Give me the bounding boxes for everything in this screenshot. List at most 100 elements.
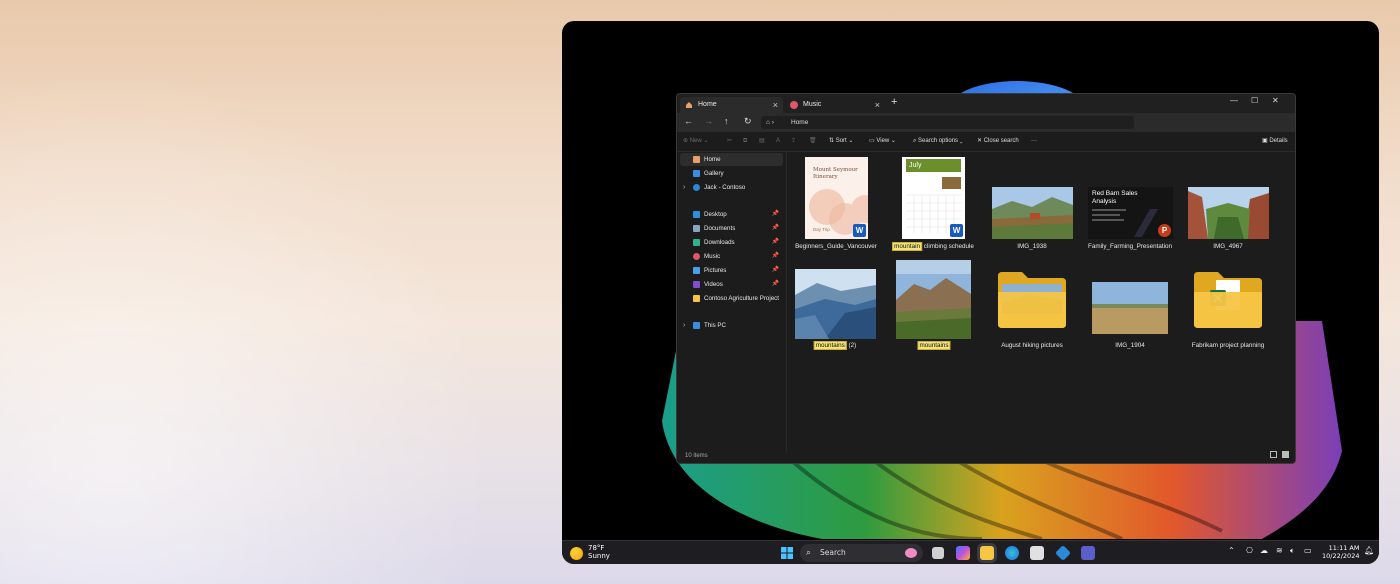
details-view-button[interactable] — [1270, 451, 1277, 458]
battery-icon[interactable]: ▭ — [1304, 546, 1312, 555]
sidebar-item-desktop[interactable]: Desktop 📌 — [680, 208, 783, 221]
document-thumbnail: July W — [902, 157, 965, 239]
notification-bell-icon[interactable]: 🔔︎ — [1364, 546, 1374, 555]
network-icon[interactable]: ⎔ — [1246, 546, 1253, 555]
new-button[interactable]: ⊕ New ⌄ — [683, 137, 708, 146]
task-view-icon[interactable] — [932, 547, 944, 559]
teams-icon[interactable] — [1081, 546, 1095, 560]
sidebar-item-home[interactable]: Home — [680, 153, 783, 166]
tab-home[interactable]: Home × — [680, 97, 783, 113]
forward-arrow-icon[interactable]: → — [704, 116, 713, 126]
up-arrow-icon[interactable]: ↑ — [724, 116, 729, 126]
sidebar-item-label: Videos — [704, 281, 723, 288]
file-name: mountain climbing schedule — [892, 242, 974, 251]
volume-icon[interactable]: 🔈︎ — [1290, 546, 1295, 556]
sun-icon[interactable] — [570, 547, 583, 560]
details-button[interactable]: ▣ Details — [1262, 137, 1288, 146]
sidebar-item-this-pc[interactable]: › This PC — [680, 319, 783, 332]
chevron-right-icon[interactable]: › — [683, 319, 685, 332]
close-search-button[interactable]: ✕ Close search — [977, 137, 1019, 146]
tab-home-label: Home — [698, 101, 717, 108]
search-label: Search — [820, 548, 846, 557]
command-bar: ⊕ New ⌄ ✂ ⧉ ▤ Ａ ⇪ 🗑 ⇅ Sort ⌄ ▭ View ⌄ ⌕ … — [677, 132, 1295, 152]
search-highlight: mountains — [917, 341, 951, 350]
taskbar-search[interactable]: ⌕ Search — [800, 544, 923, 562]
close-tab-icon[interactable]: × — [773, 97, 778, 113]
sidebar-item-pictures[interactable]: Pictures 📌 — [680, 264, 783, 277]
file-name: mountains (2) — [813, 341, 857, 350]
close-tab-icon[interactable]: × — [875, 97, 880, 113]
home-icon — [693, 156, 700, 163]
sidebar-item-videos[interactable]: Videos 📌 — [680, 278, 783, 291]
chevron-up-icon[interactable]: ⌃ — [1228, 546, 1235, 555]
taskbar: 78°F Sunny ⌕ Search ⌃ ⎔ ☁ ≋ 🔈︎ ▭ 11:11 A… — [562, 540, 1379, 564]
sidebar-item-downloads[interactable]: Downloads 📌 — [680, 236, 783, 249]
pin-icon: 📌 — [771, 267, 779, 273]
sidebar-item-contoso-agriculture-project[interactable]: Contoso Agriculture Project — [680, 292, 783, 305]
sidebar-item-onedrive[interactable]: › Jack - Contoso — [680, 181, 783, 194]
sidebar-item-label: Home — [704, 156, 721, 163]
videos-icon — [693, 281, 700, 288]
copilot-icon[interactable] — [956, 546, 970, 560]
file-name: mountains — [917, 341, 951, 350]
refresh-icon[interactable]: ↻ — [744, 116, 752, 127]
tab-music[interactable]: Music × — [785, 97, 885, 113]
rename-icon[interactable]: Ａ — [775, 137, 781, 146]
close-button[interactable]: ✕ — [1272, 96, 1279, 105]
sidebar-item-label: Music — [704, 253, 721, 260]
home-icon — [686, 102, 692, 108]
clock[interactable]: 11:11 AM 10/22/2024 — [1322, 544, 1359, 560]
new-tab-button[interactable]: + — [891, 96, 897, 108]
sort-label: Sort — [835, 138, 847, 144]
sort-button[interactable]: ⇅ Sort ⌄ — [829, 137, 853, 146]
cut-icon[interactable]: ✂ — [727, 137, 732, 146]
search-options-button[interactable]: ⌕ Search options ⌄ — [913, 137, 963, 146]
view-button[interactable]: ▭ View ⌄ — [869, 137, 896, 146]
tiles-view-button[interactable] — [1282, 451, 1289, 458]
weather-widget[interactable]: 78°F Sunny — [588, 544, 610, 560]
sidebar-item-label: Desktop — [704, 211, 727, 218]
copy-icon[interactable]: ⧉ — [743, 137, 747, 146]
file-name-rest: climbing schedule — [922, 243, 974, 250]
doc-title: July — [906, 159, 961, 172]
doc-subtitle: Day Trip — [813, 227, 830, 232]
store-icon[interactable] — [1030, 546, 1044, 560]
music-icon — [693, 253, 700, 260]
sidebar-item-label: Documents — [704, 225, 736, 232]
wifi-icon[interactable]: ≋ — [1276, 546, 1283, 555]
sidebar-item-documents[interactable]: Documents 📌 — [680, 222, 783, 235]
sidebar-item-label: This PC — [704, 322, 727, 329]
share-icon[interactable]: ⇪ — [791, 137, 796, 146]
address-bar[interactable]: ⌂ › Home — [761, 116, 1134, 129]
search-icon: ⌕ — [806, 548, 812, 558]
pin-icon: 📌 — [771, 253, 779, 259]
file-name-rest: (2) — [846, 342, 857, 349]
paste-icon[interactable]: ▤ — [759, 137, 765, 146]
chevron-right-icon[interactable]: › — [683, 181, 685, 194]
file-explorer-icon[interactable] — [980, 546, 994, 560]
more-options-button[interactable]: ··· — [1031, 137, 1037, 146]
word-icon: W — [853, 224, 866, 237]
pin-icon: 📌 — [771, 225, 779, 231]
navigation-pane: Home Gallery › Jack - Contoso Desktop 📌 Do… — [677, 152, 787, 452]
delete-icon[interactable]: 🗑 — [809, 137, 817, 146]
file-name: IMG_1904 — [1115, 342, 1145, 349]
sidebar-item-gallery[interactable]: Gallery — [680, 167, 783, 180]
documents-icon — [693, 225, 700, 232]
sidebar-item-music[interactable]: Music 📌 — [680, 250, 783, 263]
start-icon[interactable] — [780, 546, 794, 560]
file-name: Beginners_Guide_Vancouver — [795, 243, 877, 250]
details-label: Details — [1269, 138, 1288, 144]
minimize-button[interactable]: — — [1230, 96, 1238, 105]
sidebar-item-label: Contoso Agriculture Project — [704, 295, 779, 302]
azure-icon[interactable] — [1055, 545, 1071, 561]
back-arrow-icon[interactable]: ← — [684, 116, 693, 126]
edge-icon[interactable] — [1005, 546, 1019, 560]
tab-music-label: Music — [803, 101, 822, 108]
view-label: View — [876, 138, 890, 144]
maximize-button[interactable]: ☐ — [1251, 96, 1258, 105]
cloud-icon[interactable]: ☁ — [1260, 546, 1268, 555]
address-segment: Home — [791, 119, 809, 126]
sidebar-item-label: Pictures — [704, 267, 727, 274]
word-icon: W — [950, 224, 963, 237]
